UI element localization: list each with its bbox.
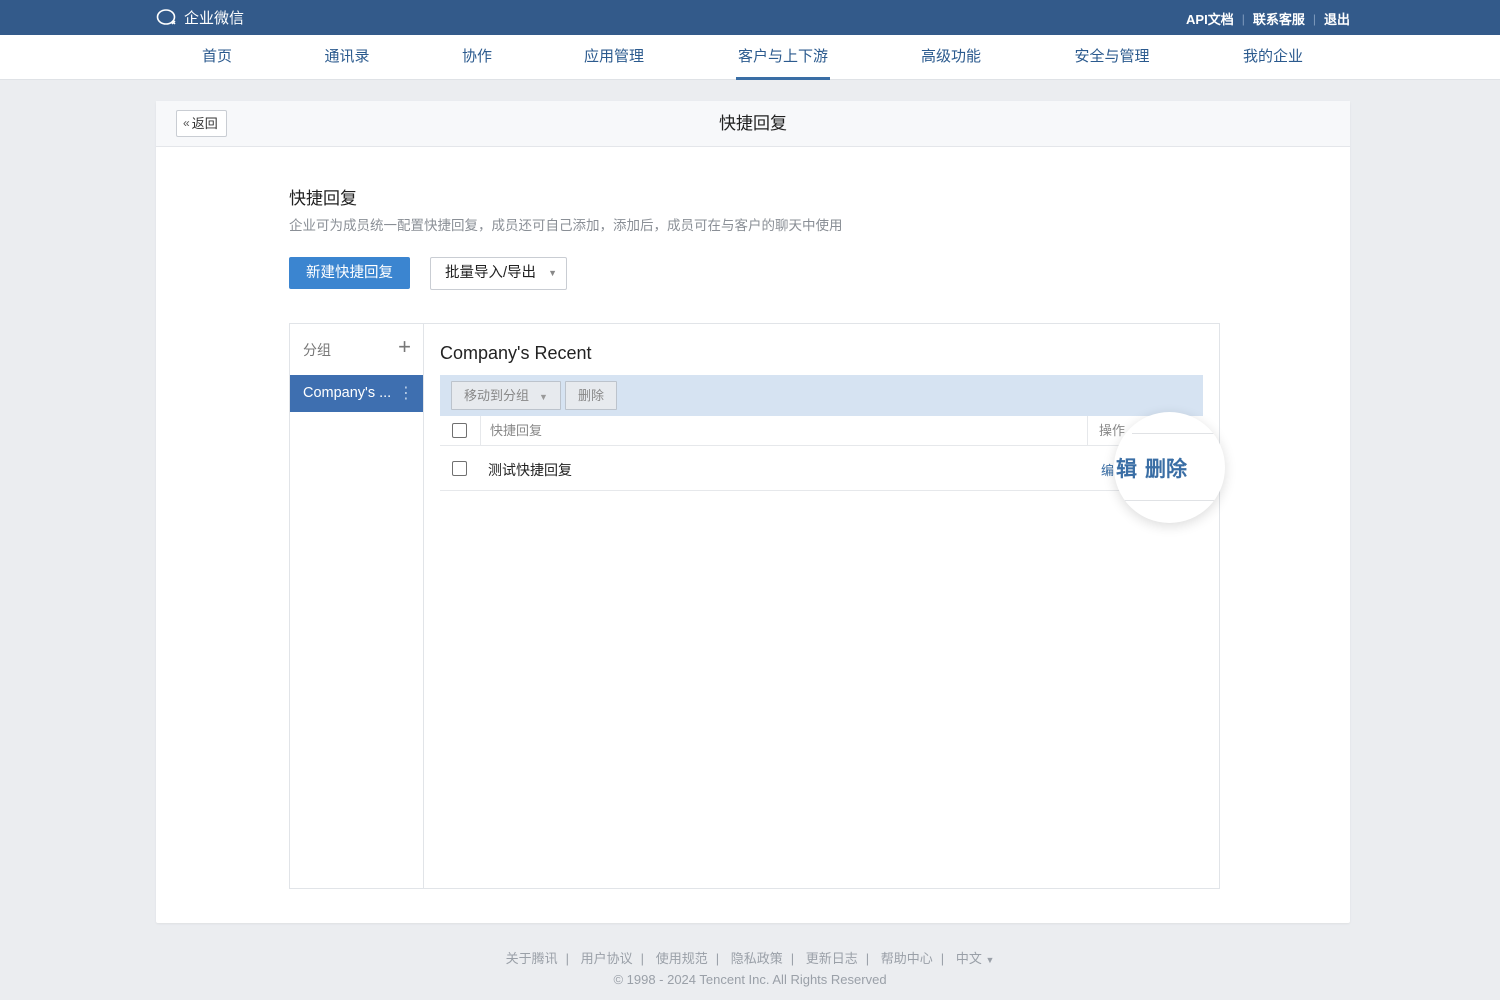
copyright: © 1998 - 2024 Tencent Inc. All Rights Re…	[613, 972, 887, 987]
main-nav: 首页 通讯录 协作 应用管理 客户与上下游 高级功能 安全与管理 我的企业	[0, 35, 1500, 80]
logout-link[interactable]: 退出	[1324, 9, 1350, 28]
brand-logo[interactable]: 企业微信	[156, 7, 244, 28]
caret-down-icon: ▼	[985, 955, 995, 965]
add-group-icon[interactable]: +	[398, 334, 411, 360]
top-bar: 企业微信 API文档 | 联系客服 | 退出	[0, 0, 1500, 35]
nav-security[interactable]: 安全与管理	[1074, 35, 1149, 80]
group-sidebar: 分组 + Company's ... ⋮	[290, 324, 424, 888]
group-header: 分组 +	[290, 324, 423, 374]
footer-links: 关于腾讯 | 用户协议 | 使用规范 | 隐私政策 | 更新日志 | 帮助中心 | 中文 ▼	[505, 951, 995, 966]
section-title: 快捷回复	[289, 189, 357, 208]
nav-home[interactable]: 首页	[202, 35, 232, 80]
nav-contacts[interactable]: 通讯录	[324, 35, 369, 80]
delete-selected-button[interactable]: 删除	[565, 381, 618, 410]
nav-app-management[interactable]: 应用管理	[584, 35, 644, 80]
move-label: 移动到分组	[464, 388, 530, 403]
delete-link-zoomed[interactable]: 删除	[1145, 453, 1187, 483]
footer-changelog[interactable]: 更新日志	[806, 951, 858, 966]
chat-bubble-icon	[156, 8, 176, 25]
footer-user-agreement[interactable]: 用户协议	[581, 951, 633, 966]
table-row: 测试快捷回复 编	[440, 447, 1203, 491]
more-vertical-icon[interactable]: ⋮	[398, 375, 414, 412]
divider	[1114, 500, 1225, 501]
nav-customers[interactable]: 客户与上下游	[735, 35, 831, 80]
create-quick-reply-button[interactable]: 新建快捷回复	[289, 257, 410, 289]
batch-label: 批量导入/导出	[445, 265, 537, 281]
content-box: 分组 + Company's ... ⋮ Company's Recent 移动…	[289, 323, 1220, 889]
nav-advanced[interactable]: 高级功能	[921, 35, 981, 80]
footer-help[interactable]: 帮助中心	[881, 951, 933, 966]
select-all-checkbox[interactable]	[452, 423, 467, 438]
list-toolbar: 移动到分组 ▼ 删除	[440, 375, 1203, 416]
column-quick-reply: 快捷回复	[480, 416, 542, 446]
edit-link-zoomed[interactable]: 辑	[1116, 453, 1137, 483]
batch-import-export-dropdown[interactable]: 批量导入/导出 ▼	[430, 257, 567, 290]
divider: |	[1312, 11, 1316, 26]
divider	[1132, 433, 1225, 434]
top-links: API文档 | 联系客服 | 退出	[1186, 9, 1350, 28]
contact-support-link[interactable]: 联系客服	[1253, 9, 1305, 28]
section-description: 企业可为成员统一配置快捷回复，成员还可自己添加，添加后，成员可在与客户的聊天中使…	[289, 218, 843, 233]
nav-collaboration[interactable]: 协作	[462, 35, 492, 80]
nav-my-enterprise[interactable]: 我的企业	[1243, 35, 1303, 80]
move-to-group-button[interactable]: 移动到分组 ▼	[451, 381, 561, 410]
reply-name: 测试快捷回复	[488, 462, 572, 478]
main-panel: « 返回 快捷回复 快捷回复 企业可为成员统一配置快捷回复，成员还可自己添加，添…	[156, 101, 1350, 923]
caret-down-icon: ▼	[539, 392, 548, 402]
page-title: 快捷回复	[719, 114, 787, 133]
api-docs-link[interactable]: API文档	[1186, 9, 1234, 28]
group-item-company[interactable]: Company's ... ⋮	[290, 375, 423, 412]
group-item-label: Company's ...	[303, 385, 392, 401]
divider: |	[1241, 11, 1245, 26]
table-header: 快捷回复 操作	[440, 416, 1203, 446]
footer-usage-rules[interactable]: 使用规范	[656, 951, 708, 966]
group-title: Company's Recent	[440, 343, 592, 363]
language-label: 中文	[955, 951, 982, 966]
caret-down-icon: ▼	[548, 268, 557, 278]
edit-link[interactable]: 编	[1101, 460, 1114, 479]
brand-name: 企业微信	[184, 10, 245, 27]
zoom-magnifier: 辑 删除	[1114, 412, 1225, 523]
footer-about[interactable]: 关于腾讯	[506, 951, 558, 966]
group-header-label: 分组	[303, 342, 331, 358]
panel-header: « 返回 快捷回复	[156, 101, 1350, 147]
language-select[interactable]: 中文 ▼	[956, 951, 995, 966]
footer-privacy[interactable]: 隐私政策	[731, 951, 783, 966]
delete-label: 删除	[578, 388, 605, 403]
row-checkbox[interactable]	[452, 461, 467, 476]
